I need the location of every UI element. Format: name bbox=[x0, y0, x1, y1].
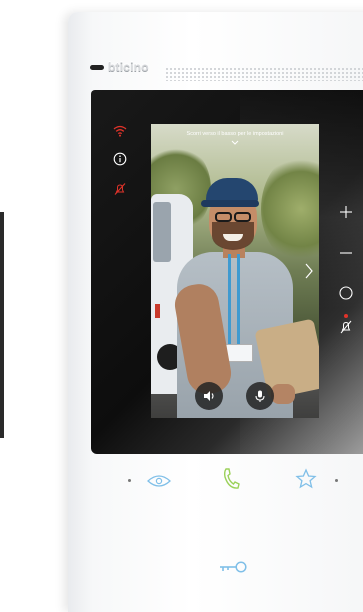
swipe-hint: Scorri verso il basso per le impostazion… bbox=[186, 131, 284, 137]
star-icon[interactable] bbox=[293, 468, 319, 490]
microphone-icon bbox=[255, 390, 265, 402]
brand-logo: bticino bbox=[90, 60, 149, 74]
phone-icon[interactable] bbox=[218, 468, 244, 490]
mute-status-icon[interactable] bbox=[336, 314, 356, 334]
eye-icon[interactable] bbox=[146, 470, 172, 492]
chevron-down-icon[interactable] bbox=[231, 139, 239, 147]
id-badge bbox=[225, 344, 253, 362]
indicator-dot-left bbox=[128, 479, 131, 482]
brand-name: bticino bbox=[108, 60, 149, 74]
cap-brim bbox=[201, 200, 259, 207]
brand-mark bbox=[90, 64, 104, 70]
van-taillight bbox=[155, 304, 160, 318]
video-screen[interactable]: Scorri verso il basso per le impostazion… bbox=[151, 124, 319, 418]
courier-hand bbox=[271, 384, 295, 404]
indicator-dot-right bbox=[335, 479, 338, 482]
microphone-button[interactable] bbox=[246, 382, 274, 410]
left-edge-strip bbox=[0, 212, 4, 438]
plus-icon[interactable] bbox=[336, 202, 356, 222]
speaker-button[interactable] bbox=[195, 382, 223, 410]
info-icon[interactable] bbox=[110, 150, 130, 168]
chevron-right-icon[interactable] bbox=[303, 262, 315, 280]
minus-icon[interactable] bbox=[336, 243, 356, 263]
muted-bell-icon bbox=[110, 180, 130, 198]
lanyard bbox=[228, 254, 240, 346]
speaker-grille bbox=[165, 67, 363, 81]
speaker-icon bbox=[204, 391, 214, 401]
van-window bbox=[153, 202, 171, 262]
courier-glasses bbox=[212, 212, 254, 222]
circle-icon[interactable] bbox=[336, 283, 356, 303]
key-icon[interactable] bbox=[218, 556, 248, 578]
wifi-icon bbox=[110, 122, 130, 140]
